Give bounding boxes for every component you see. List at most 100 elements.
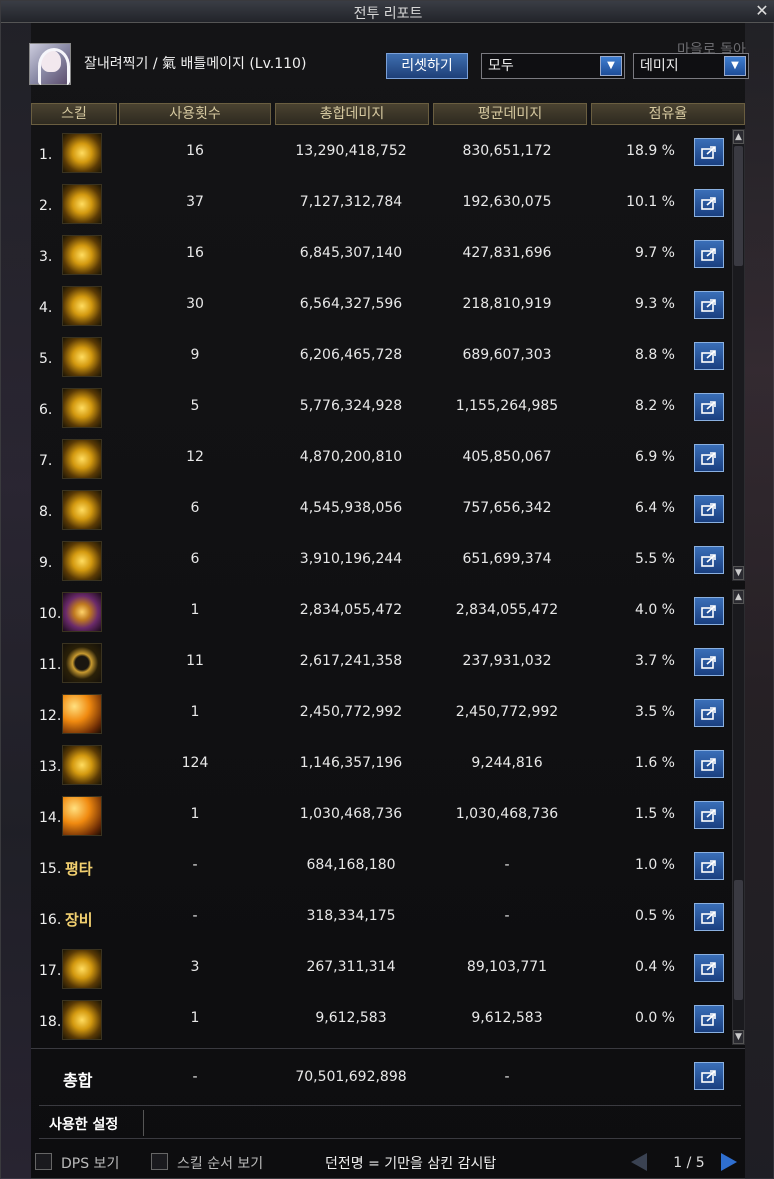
share-icon xyxy=(701,350,716,363)
skill-name: 평타 xyxy=(65,860,93,878)
filter-select[interactable]: 모두 ▼ xyxy=(481,53,625,79)
share-button[interactable] xyxy=(694,444,724,472)
share-button[interactable] xyxy=(694,597,724,625)
prev-page-icon[interactable] xyxy=(631,1153,647,1171)
divider xyxy=(143,1110,144,1136)
background-left-scenery xyxy=(1,23,31,1179)
share-button[interactable] xyxy=(694,291,724,319)
share-button[interactable] xyxy=(694,546,724,574)
row-total-damage: 684,168,180 xyxy=(306,857,396,873)
table-row[interactable]: 8. 6 4,545,938,056 757,656,342 6.4 % xyxy=(29,484,733,535)
row-total-damage: 5,776,324,928 xyxy=(299,398,403,414)
scrollbar-upper[interactable]: ▲ ▼ xyxy=(732,129,745,581)
chevron-down-icon[interactable]: ▼ xyxy=(600,56,622,76)
skill-icon xyxy=(62,643,102,683)
column-header-average[interactable]: 평균데미지 xyxy=(433,103,587,125)
column-header-count[interactable]: 사용횟수 xyxy=(119,103,271,125)
table-row[interactable]: 6. 5 5,776,324,928 1,155,264,985 8.2 % xyxy=(29,382,733,433)
table-row[interactable]: 7. 12 4,870,200,810 405,850,067 6.9 % xyxy=(29,433,733,484)
share-button[interactable] xyxy=(694,189,724,217)
share-button[interactable] xyxy=(694,393,724,421)
chevron-down-icon[interactable]: ▼ xyxy=(724,56,746,76)
share-button[interactable] xyxy=(694,648,724,676)
share-button[interactable] xyxy=(694,138,724,166)
row-average-damage: 237,931,032 xyxy=(462,653,552,669)
table-row[interactable]: 16. 장비 - 318,334,175 - 0.5 % xyxy=(29,892,733,943)
share-button[interactable] xyxy=(694,903,724,931)
filter-select-value: 모두 xyxy=(488,58,514,74)
scroll-down-icon[interactable]: ▼ xyxy=(733,566,744,580)
table-row[interactable]: 9. 6 3,910,196,244 651,699,374 5.5 % xyxy=(29,535,733,586)
row-average-damage: 689,607,303 xyxy=(462,347,552,363)
row-average-damage: 757,656,342 xyxy=(462,500,552,516)
scroll-down-icon[interactable]: ▼ xyxy=(733,1030,744,1044)
dps-checkbox[interactable] xyxy=(35,1153,52,1170)
row-average-damage: 1,155,264,985 xyxy=(455,398,559,414)
share-button[interactable] xyxy=(694,954,724,982)
share-icon xyxy=(701,1070,716,1083)
dps-checkbox-label[interactable]: DPS 보기 xyxy=(61,1153,119,1173)
share-button[interactable] xyxy=(694,852,724,880)
table-row[interactable]: 5. 9 6,206,465,728 689,607,303 8.8 % xyxy=(29,331,733,382)
column-header-skill[interactable]: 스킬 xyxy=(31,103,117,125)
share-button[interactable] xyxy=(694,699,724,727)
row-share: 3.7 % xyxy=(634,653,675,669)
skill-order-checkbox-label[interactable]: 스킬 순서 보기 xyxy=(177,1153,263,1173)
row-rank: 11. xyxy=(39,657,62,673)
share-button[interactable] xyxy=(694,495,724,523)
row-share: 1.0 % xyxy=(634,857,675,873)
table-row[interactable]: 13. 124 1,146,357,196 9,244,816 1.6 % xyxy=(29,739,733,790)
row-use-count: 30 xyxy=(186,296,204,312)
share-icon xyxy=(701,1013,716,1026)
row-use-count: 124 xyxy=(181,755,209,771)
table-row[interactable]: 11. 11 2,617,241,358 237,931,032 3.7 % xyxy=(29,637,733,688)
table-row[interactable]: 3. 16 6,845,307,140 427,831,696 9.7 % xyxy=(29,229,733,280)
table-row[interactable]: 15. 평타 - 684,168,180 - 1.0 % xyxy=(29,841,733,892)
scroll-thumb[interactable] xyxy=(734,146,743,266)
table-row[interactable]: 10. 1 2,834,055,472 2,834,055,472 4.0 % xyxy=(29,586,733,637)
row-total-damage: 318,334,175 xyxy=(306,908,396,924)
table-row[interactable]: 2. 37 7,127,312,784 192,630,075 10.1 % xyxy=(29,178,733,229)
share-button[interactable] xyxy=(694,342,724,370)
reset-button[interactable]: 리셋하기 xyxy=(386,53,468,79)
table-row[interactable]: 1. 16 13,290,418,752 830,651,172 18.9 % xyxy=(29,127,733,178)
row-total-damage: 6,206,465,728 xyxy=(299,347,403,363)
table-row[interactable]: 18. 1 9,612,583 9,612,583 0.0 % xyxy=(29,994,733,1045)
row-use-count: 6 xyxy=(190,500,200,516)
type-select[interactable]: 데미지 ▼ xyxy=(633,53,749,79)
column-header-total[interactable]: 총합데미지 xyxy=(275,103,429,125)
table-row[interactable]: 17. 3 267,311,314 89,103,771 0.4 % xyxy=(29,943,733,994)
scroll-thumb[interactable] xyxy=(734,880,743,1000)
row-use-count: 3 xyxy=(190,959,200,975)
row-rank: 14. xyxy=(39,810,62,826)
row-rank: 10. xyxy=(39,606,62,622)
row-share: 4.0 % xyxy=(634,602,675,618)
share-button[interactable] xyxy=(694,1005,724,1033)
row-share: 9.3 % xyxy=(634,296,675,312)
table-row[interactable]: 12. 1 2,450,772,992 2,450,772,992 3.5 % xyxy=(29,688,733,739)
table-row[interactable]: 14. 1 1,030,468,736 1,030,468,736 1.5 % xyxy=(29,790,733,841)
title-bar[interactable]: 전투 리포트 ✕ xyxy=(1,1,774,23)
share-icon xyxy=(701,401,716,414)
scroll-up-icon[interactable]: ▲ xyxy=(733,590,744,604)
row-total-damage: 2,834,055,472 xyxy=(299,602,403,618)
share-icon xyxy=(701,452,716,465)
row-total-damage: 3,910,196,244 xyxy=(299,551,403,567)
close-icon[interactable]: ✕ xyxy=(753,2,771,20)
row-use-count: - xyxy=(192,908,198,924)
total-row: 총합 - 70,501,692,898 - xyxy=(29,1051,745,1103)
share-button[interactable] xyxy=(694,801,724,829)
next-page-icon[interactable] xyxy=(721,1153,737,1171)
row-share: 3.5 % xyxy=(634,704,675,720)
share-button[interactable] xyxy=(694,750,724,778)
row-rank: 5. xyxy=(39,351,53,367)
table-row[interactable]: 4. 30 6,564,327,596 218,810,919 9.3 % xyxy=(29,280,733,331)
scroll-up-icon[interactable]: ▲ xyxy=(733,130,744,144)
row-average-damage: 9,244,816 xyxy=(471,755,543,771)
scrollbar-lower[interactable]: ▲ ▼ xyxy=(732,589,745,1045)
share-button[interactable] xyxy=(694,1062,724,1090)
share-button[interactable] xyxy=(694,240,724,268)
skill-icon xyxy=(62,184,102,224)
column-header-share[interactable]: 점유율 xyxy=(591,103,745,125)
skill-order-checkbox[interactable] xyxy=(151,1153,168,1170)
